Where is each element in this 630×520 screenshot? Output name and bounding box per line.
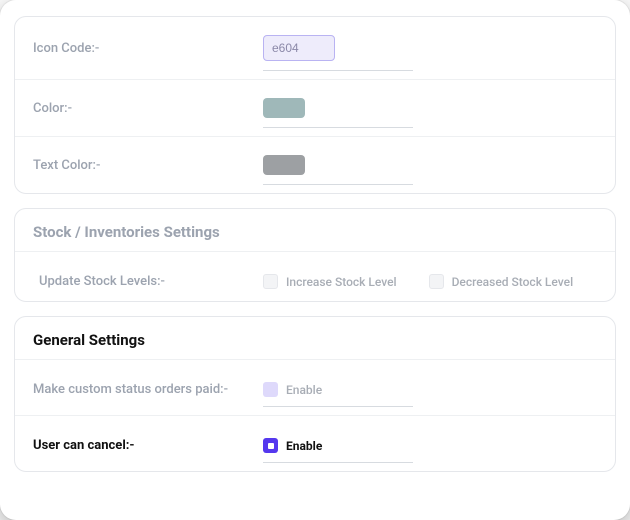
- stock-card: Stock / Inventories Settings Update Stoc…: [14, 208, 616, 302]
- general-card-title: General Settings: [15, 317, 615, 360]
- increase-stock-label: Increase Stock Level: [286, 275, 397, 289]
- stock-card-title: Stock / Inventories Settings: [15, 209, 615, 252]
- row-make-paid: Make custom status orders paid:- Enable: [15, 360, 615, 397]
- field-underline: [263, 127, 413, 128]
- color-swatch[interactable]: [263, 98, 305, 118]
- row-color: Color:-: [15, 80, 615, 118]
- row-user-cancel: User can cancel:- Enable: [15, 416, 615, 459]
- make-paid-checkbox[interactable]: Enable: [263, 382, 322, 397]
- general-card: General Settings Make custom status orde…: [14, 316, 616, 472]
- decrease-stock-label: Decreased Stock Level: [452, 275, 574, 289]
- row-text-color: Text Color:-: [15, 137, 615, 181]
- label-icon-code: Icon Code:-: [33, 41, 263, 56]
- checkbox-icon: [263, 274, 278, 289]
- settings-page: Icon Code:- Color:- Text Color:- Stock /: [0, 0, 630, 520]
- checkbox-icon: [263, 382, 278, 397]
- checkbox-icon: [429, 274, 444, 289]
- label-text-color: Text Color:-: [33, 158, 263, 173]
- field-underline: [263, 462, 413, 463]
- text-color-swatch[interactable]: [263, 155, 305, 175]
- label-user-cancel: User can cancel:-: [33, 438, 263, 453]
- user-cancel-option: Enable: [286, 439, 322, 453]
- label-update-stock: Update Stock Levels:-: [33, 274, 263, 289]
- make-paid-option: Enable: [286, 383, 322, 397]
- appearance-card: Icon Code:- Color:- Text Color:-: [14, 16, 616, 194]
- field-underline: [263, 406, 413, 407]
- decrease-stock-checkbox[interactable]: Decreased Stock Level: [429, 274, 574, 289]
- label-color: Color:-: [33, 101, 263, 116]
- increase-stock-checkbox[interactable]: Increase Stock Level: [263, 274, 397, 289]
- icon-code-input[interactable]: [263, 35, 335, 61]
- row-update-stock: Update Stock Levels:- Increase Stock Lev…: [15, 252, 615, 289]
- row-icon-code: Icon Code:-: [15, 17, 615, 61]
- label-make-paid: Make custom status orders paid:-: [33, 382, 263, 397]
- user-cancel-checkbox[interactable]: Enable: [263, 438, 322, 453]
- checkbox-icon: [263, 438, 278, 453]
- field-underline: [263, 184, 413, 185]
- field-underline: [263, 70, 413, 71]
